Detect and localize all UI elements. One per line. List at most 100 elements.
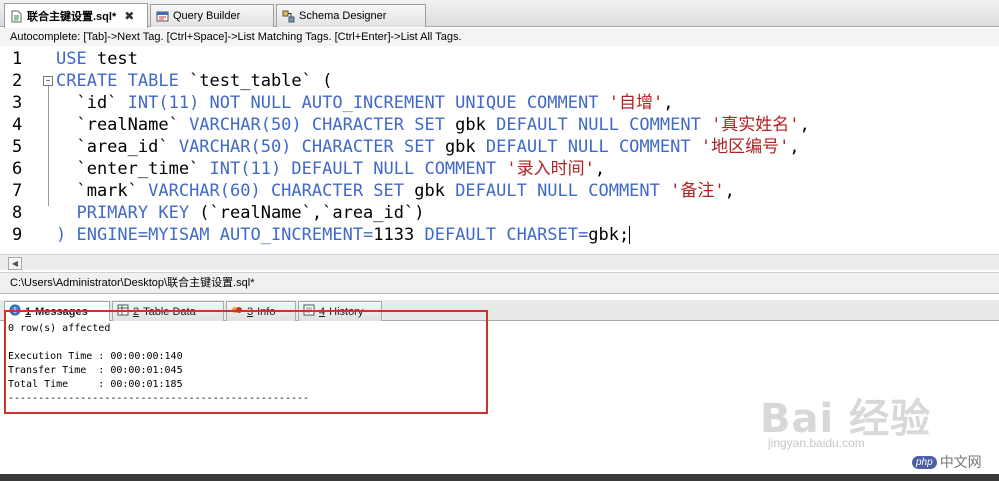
tab-info[interactable]: 3 Info	[226, 301, 296, 321]
line-number: 4	[12, 115, 23, 135]
sql-keyword: VARCHAR(60) CHARACTER SET	[148, 181, 404, 201]
total-time-text: Total Time : 00:00:01:185	[8, 379, 183, 390]
sql-text: `test_table` (	[178, 71, 333, 91]
sql-text: `realName`	[56, 115, 190, 135]
tab-table-data[interactable]: 2 Table Data	[112, 301, 224, 321]
info-icon	[231, 304, 243, 319]
code-line: `mark` VARCHAR(60) CHARACTER SET gbk DEF…	[56, 180, 735, 202]
tab-label: Messages	[35, 305, 88, 318]
editor-tab-bar: 联合主键设置.sql* ✖ Query Builder Schema Desig…	[0, 0, 999, 28]
line-number: 6	[12, 159, 23, 179]
sql-text: gbk;	[588, 225, 630, 245]
sql-text: `mark`	[56, 181, 149, 201]
php-watermark: php 中文网	[912, 452, 982, 472]
sql-text: ,	[799, 115, 810, 135]
code-line: `enter_time` INT(11) DEFAULT NULL COMMEN…	[56, 158, 605, 180]
tab-label: History	[329, 305, 364, 318]
sql-keyword: DEFAULT NULL COMMENT	[455, 181, 671, 201]
tab-schema-designer[interactable]: Schema Designer	[276, 4, 426, 27]
sql-string: '备注'	[670, 181, 725, 201]
sql-string: '自增'	[608, 93, 664, 113]
bottom-strip	[0, 474, 999, 481]
line-number: 5	[12, 137, 23, 157]
code-line: ) ENGINE=MYISAM AUTO_INCREMENT=1133 DEFA…	[56, 224, 631, 246]
svg-text:i: i	[14, 306, 16, 315]
sql-text: (`realName`,`area_id`)	[189, 203, 425, 223]
fold-guide	[48, 86, 49, 206]
sql-keyword: )	[56, 225, 77, 245]
line-number: 8	[12, 203, 23, 223]
sql-text: `area_id`	[56, 137, 179, 157]
sql-string: '真实姓名'	[711, 115, 800, 135]
tab-number: 3	[247, 305, 254, 318]
sql-keyword: PRIMARY KEY	[56, 203, 190, 223]
sql-text: ,	[663, 93, 674, 113]
query-builder-icon	[156, 10, 169, 23]
rows-affected-text: 0 row(s) affected	[8, 323, 111, 334]
execution-time-text: Execution Time : 00:00:00:140	[8, 351, 183, 362]
sql-keyword: INT(11) NOT NULL AUTO_INCREMENT UNIQUE C…	[127, 93, 609, 113]
sql-keyword: INT(11) DEFAULT NULL COMMENT	[209, 159, 507, 179]
scroll-left-icon[interactable]: ◀	[8, 257, 22, 270]
tab-label: Info	[257, 305, 276, 318]
fold-toggle-icon[interactable]: −	[43, 76, 53, 86]
watermark-url: jingyan.baidu.com	[768, 436, 865, 450]
sql-keyword: DEFAULT NULL COMMENT	[496, 115, 712, 135]
close-icon[interactable]: ✖	[124, 9, 134, 23]
line-number: 2	[12, 71, 23, 91]
table-data-icon	[117, 304, 129, 319]
tab-label: Query Builder	[173, 10, 241, 22]
text-cursor	[629, 226, 631, 244]
sql-keyword: USE	[56, 49, 87, 69]
history-icon	[303, 304, 315, 319]
sql-text: test	[86, 49, 138, 69]
sql-keyword: VARCHAR(50) CHARACTER SET	[189, 115, 445, 135]
sql-text: 1133	[373, 225, 415, 245]
sql-keyword: VARCHAR(50) CHARACTER SET	[178, 137, 435, 157]
sql-text: ,	[594, 159, 606, 179]
tab-number: 4	[319, 305, 326, 318]
sql-text: ,	[789, 137, 800, 157]
sql-keyword: DEFAULT NULL COMMENT	[485, 137, 701, 157]
schema-designer-icon	[282, 10, 295, 23]
tab-label: 联合主键设置.sql*	[27, 11, 117, 23]
code-line: PRIMARY KEY (`realName`,`area_id`)	[56, 202, 424, 224]
line-number: 3	[12, 93, 23, 113]
tab-label: Schema Designer	[299, 10, 387, 22]
code-line: `id` INT(11) NOT NULL AUTO_INCREMENT UNI…	[56, 92, 673, 114]
line-number: 9	[12, 225, 23, 245]
sql-string: '地区编号'	[700, 137, 790, 157]
sql-text: gbk	[404, 181, 456, 201]
tab-sql-file[interactable]: 联合主键设置.sql* ✖	[4, 3, 148, 28]
sql-keyword: ENGINE=MYISAM AUTO_INCREMENT=	[76, 225, 374, 245]
line-number: 1	[12, 49, 23, 69]
sql-keyword: CREATE TABLE	[56, 71, 179, 91]
php-logo: php	[912, 455, 937, 469]
tab-number: 1	[25, 305, 32, 318]
tab-messages[interactable]: i 1 Messages	[4, 301, 110, 321]
code-line: `area_id` VARCHAR(50) CHARACTER SET gbk …	[56, 136, 800, 158]
result-tab-bar: i 1 Messages 2 Table Data 3 Info 4 Histo…	[0, 300, 999, 321]
tab-query-builder[interactable]: Query Builder	[150, 4, 274, 27]
tab-history[interactable]: 4 History	[298, 301, 382, 321]
line-number: 7	[12, 181, 23, 201]
sql-editor[interactable]: 1 2 3 4 5 6 7 8 9 − USE test CREATE TABL…	[0, 47, 999, 253]
file-path-bar: C:\Users\Administrator\Desktop\联合主键设置.sq…	[0, 272, 999, 294]
sql-text: ,	[724, 181, 735, 201]
code-line: CREATE TABLE `test_table` (	[56, 70, 332, 92]
sql-text: gbk	[444, 115, 497, 135]
sql-text: `id`	[56, 93, 128, 113]
sql-string: '录入时间'	[506, 159, 595, 179]
sql-text: gbk	[434, 137, 486, 157]
autocomplete-hint: Autocomplete: [Tab]->Next Tag. [Ctrl+Spa…	[0, 28, 999, 46]
messages-icon: i	[9, 304, 21, 319]
horizontal-scrollbar[interactable]: ◀	[0, 254, 999, 270]
php-site-text: 中文网	[939, 454, 982, 470]
code-line: `realName` VARCHAR(50) CHARACTER SET gbk…	[56, 114, 810, 136]
separator-line: ----------------------------------------…	[8, 393, 310, 404]
sql-text: `enter_time`	[56, 159, 210, 179]
tab-label: Table Data	[143, 305, 196, 318]
sql-keyword: DEFAULT CHARSET=	[414, 225, 589, 245]
transfer-time-text: Transfer Time : 00:00:01:045	[8, 365, 183, 376]
code-line: USE test	[56, 48, 138, 70]
